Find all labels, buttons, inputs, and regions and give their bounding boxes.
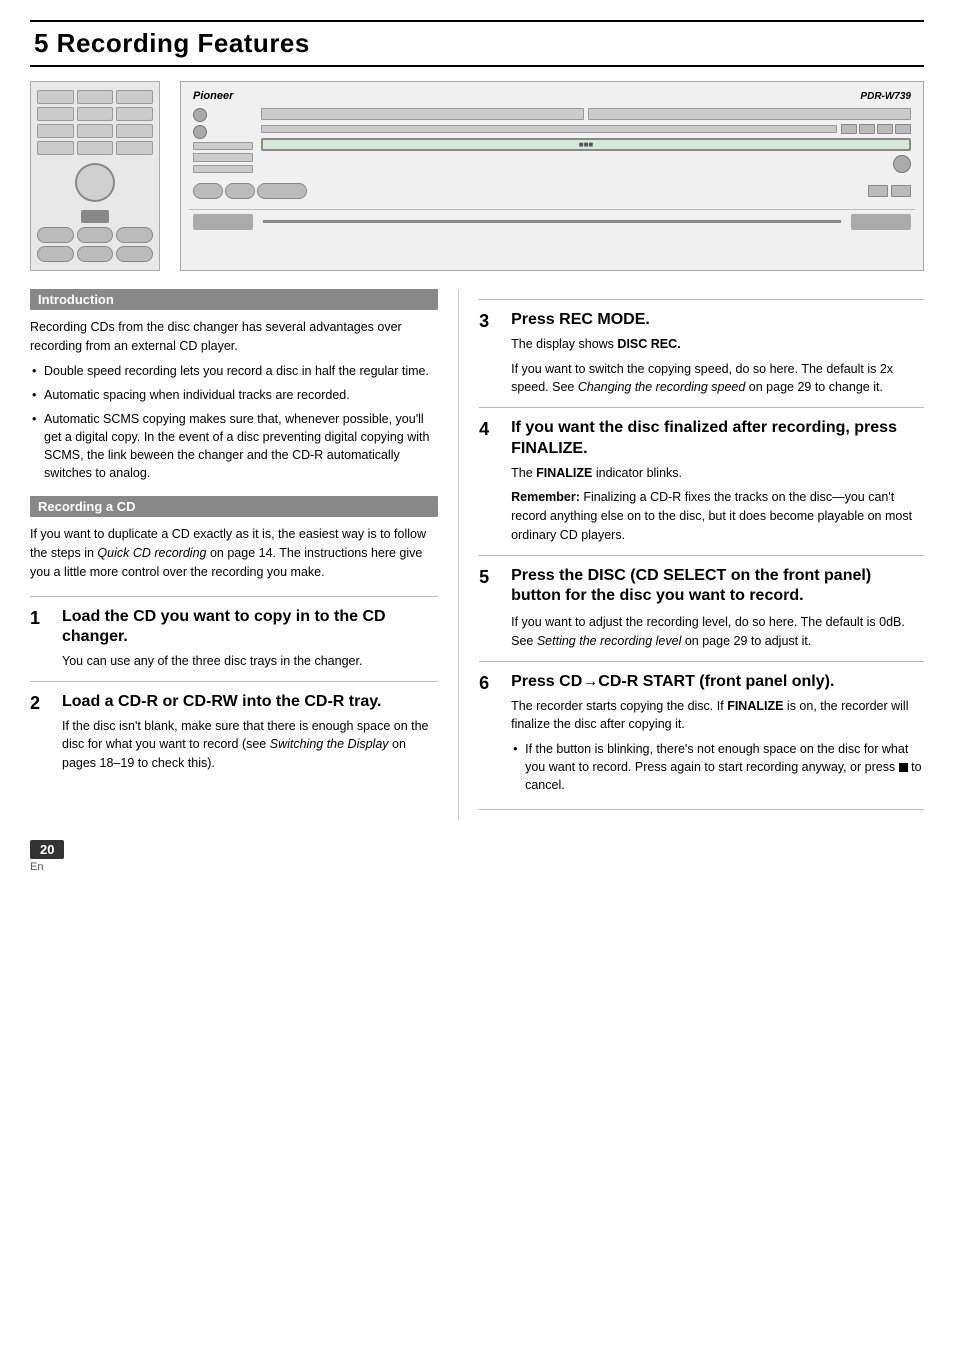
step-5-title: Press the DISC (CD SELECT on the front p… (511, 566, 924, 608)
lang-label: En (30, 861, 924, 873)
step-2-title: Load a CD-R or CD-RW into the CD-R tray. (62, 692, 438, 713)
intro-bullets: Double speed recording lets you record a… (30, 362, 438, 483)
step-6-number: 6 (479, 672, 499, 800)
remote-play-button (81, 210, 109, 223)
left-column: Introduction Recording CDs from the disc… (30, 289, 459, 820)
divider-r3 (479, 661, 924, 662)
step-2: 2 Load a CD-R or CD-RW into the CD-R tra… (30, 692, 438, 773)
recording-cd-body: If you want to duplicate a CD exactly as… (30, 525, 438, 581)
step-6-content: Press CD→CD-R START (front panel only). … (511, 672, 924, 800)
divider-r1 (479, 407, 924, 408)
step-1: 1 Load the CD you want to copy in to the… (30, 607, 438, 671)
step-3-content: Press REC MODE. The display shows DISC R… (511, 310, 924, 397)
divider-r4 (479, 809, 924, 810)
step-4-number: 4 (479, 418, 499, 545)
step-3-title: Press REC MODE. (511, 310, 924, 331)
device-brand-row: Pioneer PDR-W739 (189, 90, 915, 102)
step-3: 3 Press REC MODE. The display shows DISC… (479, 310, 924, 397)
step-6-bullets: If the button is blinking, there's not e… (511, 740, 924, 794)
device-brand: Pioneer (193, 90, 233, 102)
main-content: Introduction Recording CDs from the disc… (30, 289, 924, 820)
divider-r2 (479, 555, 924, 556)
step-5-content: Press the DISC (CD SELECT on the front p… (511, 566, 924, 651)
intro-bullet-1: Double speed recording lets you record a… (30, 362, 438, 380)
step-2-content: Load a CD-R or CD-RW into the CD-R tray.… (62, 692, 438, 773)
cd-recorder-image: Pioneer PDR-W739 (180, 81, 924, 271)
step-1-number: 1 (30, 607, 50, 671)
remote-control-image (30, 81, 160, 271)
step-3-body: If you want to switch the copying speed,… (511, 360, 924, 398)
intro-text: Recording CDs from the disc changer has … (30, 318, 438, 356)
right-column: 3 Press REC MODE. The display shows DISC… (459, 289, 924, 820)
step-3-number: 3 (479, 310, 499, 397)
step-4-content: If you want the disc finalized after rec… (511, 418, 924, 545)
step-5-number: 5 (479, 566, 499, 651)
step-2-number: 2 (30, 692, 50, 773)
step-6: 6 Press CD→CD-R START (front panel only)… (479, 672, 924, 800)
remote-circle-control (75, 163, 115, 202)
step-1-body: You can use any of the three disc trays … (62, 652, 438, 671)
device-image-area: Pioneer PDR-W739 (30, 81, 924, 271)
step-4-title: If you want the disc finalized after rec… (511, 418, 924, 460)
divider-1 (30, 596, 438, 597)
intro-section-header: Introduction (30, 289, 438, 310)
divider-r0 (479, 299, 924, 300)
divider-2 (30, 681, 438, 682)
intro-body: Recording CDs from the disc changer has … (30, 318, 438, 482)
step-3-subtitle: The display shows DISC REC. (511, 335, 924, 354)
recording-cd-section-header: Recording a CD (30, 496, 438, 517)
step-4-subtitle: The FINALIZE indicator blinks. (511, 464, 924, 483)
intro-bullet-3: Automatic SCMS copying makes sure that, … (30, 410, 438, 483)
step-4: 4 If you want the disc finalized after r… (479, 418, 924, 545)
page-number-area: 20 En (30, 840, 924, 873)
step-6-title: Press CD→CD-R START (front panel only). (511, 672, 924, 693)
step-1-title: Load the CD you want to copy in to the C… (62, 607, 438, 649)
intro-bullet-2: Automatic spacing when individual tracks… (30, 386, 438, 404)
device-model: PDR-W739 (860, 91, 911, 102)
remote-bottom-buttons (37, 227, 153, 262)
step-6-body: The recorder starts copying the disc. If… (511, 697, 924, 735)
page-number: 20 (30, 840, 64, 859)
stop-symbol (899, 763, 908, 772)
step-2-body: If the disc isn't blank, make sure that … (62, 717, 438, 773)
step-6-bullet-1: If the button is blinking, there's not e… (511, 740, 924, 794)
step-5-body: If you want to adjust the recording leve… (511, 613, 924, 651)
remote-top-buttons (37, 90, 153, 155)
step-4-body: Remember: Finalizing a CD-R fixes the tr… (511, 488, 924, 544)
step-5: 5 Press the DISC (CD SELECT on the front… (479, 566, 924, 651)
step-1-content: Load the CD you want to copy in to the C… (62, 607, 438, 671)
page-title: 5 Recording Features (30, 20, 924, 67)
recording-cd-text: If you want to duplicate a CD exactly as… (30, 525, 438, 581)
